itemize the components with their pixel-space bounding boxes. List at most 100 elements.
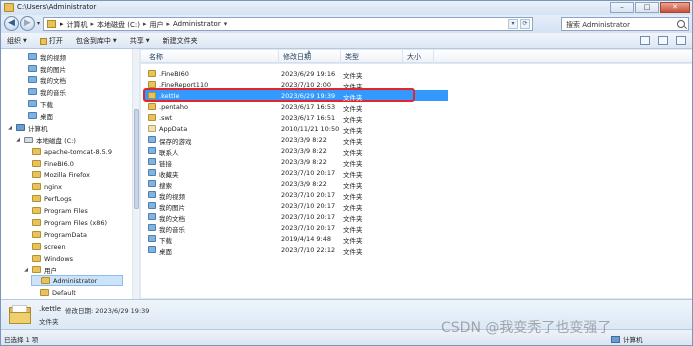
folder-icon bbox=[32, 243, 41, 250]
expand-arrow-icon[interactable]: ◢ bbox=[7, 125, 13, 131]
file-row[interactable]: 联系人 2023/3/9 8:22 文件夹 bbox=[145, 145, 689, 157]
preview-pane-icon[interactable] bbox=[658, 36, 668, 45]
maximize-button[interactable]: □ bbox=[635, 2, 659, 13]
scrollbar-thumb[interactable] bbox=[134, 109, 139, 209]
nav-item-screen[interactable]: screen bbox=[23, 241, 66, 252]
folder-special-icon bbox=[148, 213, 156, 220]
file-list[interactable]: .FineBI60 2023/6/29 19:16 文件夹 .FineRepor… bbox=[141, 64, 692, 298]
file-row[interactable]: 我的音乐 2023/7/10 20:17 文件夹 bbox=[145, 222, 689, 234]
open-button[interactable]: 打开 bbox=[39, 36, 63, 46]
folder-icon bbox=[32, 148, 41, 155]
search-input[interactable]: 搜索 Administrator bbox=[561, 17, 689, 31]
nav-item-nginx[interactable]: nginx bbox=[23, 181, 62, 192]
file-row[interactable]: 我的视频 2023/7/10 20:17 文件夹 bbox=[145, 189, 689, 201]
change-view-icon[interactable] bbox=[640, 36, 650, 45]
back-button[interactable]: ◀ bbox=[4, 16, 19, 31]
nav-item-label: 下载 bbox=[40, 100, 53, 109]
folder-special-icon bbox=[148, 147, 156, 154]
nav-item-apache-tomcat[interactable]: apache-tomcat-8.5.9 bbox=[23, 146, 112, 157]
file-row[interactable]: .pentaho 2023/6/17 16:53 文件夹 bbox=[145, 101, 689, 113]
nav-item-desktop[interactable]: 桌面 bbox=[19, 110, 53, 121]
folder-icon bbox=[40, 289, 49, 296]
nav-item-programdata[interactable]: ProgramData bbox=[23, 229, 87, 240]
help-icon[interactable] bbox=[676, 36, 686, 45]
column-header-type[interactable]: 类型 bbox=[345, 52, 359, 62]
file-row[interactable]: AppData 2010/11/21 10:50 文件夹 bbox=[145, 123, 689, 135]
details-file-name: .kettle bbox=[39, 305, 62, 313]
column-header-name[interactable]: 名称 bbox=[149, 52, 163, 62]
breadcrumb: ▸ 计算机 ▸ 本地磁盘 (C:) ▸ 用户 ▸ Administrator ▾ bbox=[60, 20, 227, 30]
expand-arrow-icon[interactable]: ◢ bbox=[15, 137, 21, 143]
status-location: 计算机 bbox=[611, 334, 643, 344]
refresh-button[interactable]: ⟳ bbox=[520, 19, 530, 29]
nav-item-pictures[interactable]: 我的图片 bbox=[19, 63, 66, 74]
nav-item-program-files-x86[interactable]: Program Files (x86) bbox=[23, 217, 107, 228]
folder-icon bbox=[32, 231, 41, 238]
nav-item-program-files[interactable]: Program Files bbox=[23, 205, 88, 216]
forward-button[interactable]: ▶ bbox=[20, 16, 35, 31]
nav-item-windows[interactable]: Windows bbox=[23, 253, 73, 264]
nav-item-computer[interactable]: ◢ 计算机 bbox=[7, 122, 48, 133]
navigation-pane[interactable]: 我的视频 我的图片 我的文档 我的音乐 下载 桌面 ◢ 计算机 ◢ 本地磁盘 (… bbox=[1, 49, 139, 299]
chevron-down-icon[interactable]: ▾ bbox=[224, 20, 228, 30]
folder-icon bbox=[32, 207, 41, 214]
folder-special-icon bbox=[28, 112, 37, 119]
share-button[interactable]: 共享 ▼ bbox=[130, 36, 150, 46]
nav-item-default[interactable]: Default bbox=[31, 287, 76, 298]
nav-item-perflogs[interactable]: PerfLogs bbox=[23, 193, 72, 204]
details-file-type: 文件夹 bbox=[39, 318, 59, 326]
navigation-scrollbar[interactable] bbox=[132, 49, 139, 299]
breadcrumb-local-disk[interactable]: 本地磁盘 (C:) bbox=[97, 20, 140, 30]
folder-icon bbox=[32, 266, 41, 273]
close-button[interactable]: ✕ bbox=[660, 2, 690, 13]
recent-pages-chevron-icon[interactable]: ▾ bbox=[37, 20, 40, 27]
nav-item-downloads[interactable]: 下载 bbox=[19, 98, 53, 109]
folder-icon bbox=[148, 92, 156, 99]
include-in-library-button[interactable]: 包含到库中 ▼ bbox=[76, 36, 117, 46]
breadcrumb-separator[interactable]: ▸ bbox=[166, 20, 170, 30]
nav-item-users[interactable]: ◢ 用户 bbox=[23, 264, 57, 275]
open-label: 打开 bbox=[48, 37, 63, 45]
expand-arrow-icon[interactable]: ◢ bbox=[23, 267, 29, 273]
nav-item-label: 我的音乐 bbox=[40, 88, 66, 97]
breadcrumb-separator[interactable]: ▸ bbox=[91, 20, 95, 30]
status-location-label: 计算机 bbox=[623, 336, 643, 344]
nav-item-documents[interactable]: 我的文档 bbox=[19, 74, 66, 85]
breadcrumb-administrator[interactable]: Administrator bbox=[173, 20, 221, 30]
file-row[interactable]: .FineBI60 2023/6/29 19:16 文件夹 bbox=[145, 68, 689, 80]
folder-icon bbox=[148, 114, 156, 121]
drive-icon bbox=[24, 136, 33, 143]
minimize-button[interactable]: – bbox=[610, 2, 634, 13]
organize-button[interactable]: 组织 ▼ bbox=[7, 36, 27, 46]
nav-item-administrator[interactable]: Administrator bbox=[31, 275, 123, 286]
file-row[interactable]: 搜索 2023/3/9 8:22 文件夹 bbox=[145, 178, 689, 190]
file-row[interactable]: 保存的游戏 2023/3/9 8:22 文件夹 bbox=[145, 134, 689, 146]
file-row[interactable]: 我的文档 2023/7/10 20:17 文件夹 bbox=[145, 211, 689, 223]
breadcrumb-computer[interactable]: 计算机 bbox=[67, 20, 88, 30]
column-header-date[interactable]: 修改日期 bbox=[283, 52, 311, 62]
column-header-size[interactable]: 大小 bbox=[407, 52, 421, 62]
address-bar[interactable]: ▸ 计算机 ▸ 本地磁盘 (C:) ▸ 用户 ▸ Administrator ▾… bbox=[43, 17, 533, 31]
file-row[interactable]: 收藏夹 2023/7/10 20:17 文件夹 bbox=[145, 167, 689, 179]
nav-item-videos[interactable]: 我的视频 bbox=[19, 51, 66, 62]
file-row-selected[interactable]: .kettle 2023/6/29 19:39 文件夹 bbox=[145, 90, 689, 102]
file-row[interactable]: 桌面 2023/7/10 22:12 文件夹 bbox=[145, 244, 689, 256]
status-selection: 已选择 1 项 bbox=[4, 336, 39, 344]
file-row[interactable]: 链接 2023/3/9 8:22 文件夹 bbox=[145, 156, 689, 168]
file-row[interactable]: 下载 2019/4/14 9:48 文件夹 bbox=[145, 233, 689, 245]
nav-item-mozilla-firefox[interactable]: Mozilla Firefox bbox=[23, 169, 90, 180]
file-row[interactable]: .swt 2023/6/17 16:51 文件夹 bbox=[145, 112, 689, 124]
file-date: 2023/3/9 8:22 bbox=[281, 158, 327, 166]
breadcrumb-separator[interactable]: ▸ bbox=[143, 20, 147, 30]
nav-item-music[interactable]: 我的音乐 bbox=[19, 86, 66, 97]
nav-item-label: Mozilla Firefox bbox=[44, 170, 90, 179]
address-dropdown-button[interactable]: ▾ bbox=[508, 19, 518, 29]
folder-icon bbox=[4, 3, 14, 12]
breadcrumb-users[interactable]: 用户 bbox=[149, 20, 163, 30]
nav-item-finebi[interactable]: FineBI6.0 bbox=[23, 158, 74, 169]
window-title: C:\Users\Administrator bbox=[17, 3, 97, 11]
new-folder-button[interactable]: 新建文件夹 bbox=[163, 36, 198, 46]
folder-special-icon bbox=[28, 53, 37, 60]
file-row[interactable]: 我的图片 2023/7/10 20:17 文件夹 bbox=[145, 200, 689, 212]
nav-item-local-disk[interactable]: ◢ 本地磁盘 (C:) bbox=[15, 134, 76, 145]
